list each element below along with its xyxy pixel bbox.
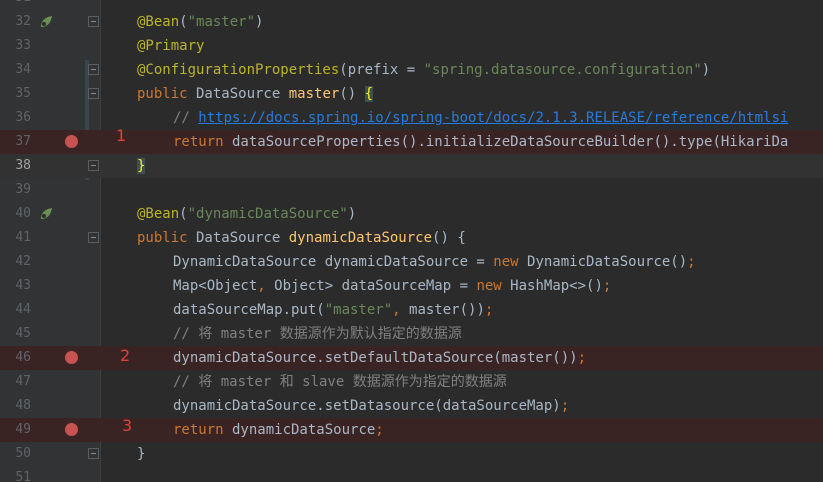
annotation-marker: 3 [122,416,133,435]
line-number: 51 [15,470,31,482]
fold-collapse-icon[interactable] [88,88,99,99]
code-text: public DataSource dynamicDataSource() { [137,230,466,246]
code-line: 51 [0,466,823,482]
line-number: 34 [15,62,31,77]
code-comment: // 将 master 和 slave 数据源作为指定的数据源 [173,374,507,390]
code-line: 39 [0,178,823,202]
code-line: 42 DynamicDataSource dynamicDataSource =… [0,250,823,274]
line-number: 42 [15,254,31,269]
code-comment: // https://docs.spring.io/spring-boot/do… [173,110,789,126]
code-line: 44 dataSourceMap.put("master", master())… [0,298,823,322]
line-number: 47 [15,374,31,389]
line-number: 39 [15,182,31,197]
doc-link[interactable]: https://docs.spring.io/spring-boot/docs/… [198,110,788,126]
annotation-marker: 2 [120,346,131,365]
code-line: 33 @Primary [0,34,823,58]
code-line: 34 @ConfigurationProperties(prefix = "sp… [0,58,823,82]
line-number: 37 [15,134,31,149]
fold-end-icon[interactable] [88,448,99,459]
line-number: 48 [15,398,31,413]
code-text: DynamicDataSource dynamicDataSource = ne… [173,254,696,270]
code-line: 32 @Bean("master") [0,10,823,34]
code-text: } [137,158,146,174]
line-number: 40 [15,206,31,221]
code-text: public DataSource master() { [137,86,374,102]
line-number: 50 [15,446,31,461]
code-text: dataSourceMap.put("master", master()); [173,302,494,318]
code-text: Map<Object, Object> dataSourceMap = new … [173,278,612,294]
line-number: 44 [15,302,31,317]
fold-end-icon[interactable] [88,160,99,171]
code-line-breakpoint: 37 1 return dataSourceProperties().initi… [0,126,823,154]
line-number: 49 [15,422,31,437]
line-number: 43 [15,278,31,293]
code-text: return dynamicDataSource; [173,422,384,438]
code-text: @Bean("dynamicDataSource") [137,206,357,222]
fold-collapse-icon[interactable] [88,16,99,27]
code-line: 35 public DataSource master() { [0,82,823,106]
code-line: 40 @Bean("dynamicDataSource") [0,202,823,226]
breakpoint-icon[interactable] [65,351,78,364]
code-line: 47 // 将 master 和 slave 数据源作为指定的数据源 [0,370,823,394]
spring-bean-icon[interactable] [38,206,54,222]
code-text: dynamicDataSource.setDefaultDataSource(m… [173,350,587,366]
code-line: 50 } [0,442,823,466]
code-line-current: 38 } [0,154,823,178]
code-line: 41 public DataSource dynamicDataSource()… [0,226,823,250]
fold-collapse-icon[interactable] [88,232,99,243]
line-number: 38 [15,158,31,173]
code-comment: // 将 master 数据源作为默认指定的数据源 [173,326,462,342]
spring-bean-icon[interactable] [38,14,54,30]
breakpoint-icon[interactable] [65,135,78,148]
code-text: @Bean("master") [137,14,264,30]
code-text: } [137,446,146,462]
line-number: 41 [15,230,31,245]
code-text: @ConfigurationProperties(prefix = "sprin… [137,62,711,78]
code-line-breakpoint: 46 2 dynamicDataSource.setDefaultDataSou… [0,346,823,370]
annotation-marker: 1 [116,126,127,145]
fold-collapse-icon[interactable] [88,64,99,75]
line-number: 33 [15,38,31,53]
code-text: return dataSourceProperties().initialize… [173,134,789,150]
line-number: 46 [15,350,31,365]
line-number: 32 [15,14,31,29]
code-line: 45 // 将 master 数据源作为默认指定的数据源 [0,322,823,346]
code-editor[interactable]: 31 32 @Bean("master") 33 @Primary 34 @Co… [0,0,823,482]
line-number: 36 [15,110,31,125]
code-line: 31 [0,0,823,10]
code-text: @Primary [137,38,205,54]
code-line-breakpoint: 49 3 return dynamicDataSource; [0,416,823,442]
code-line: 43 Map<Object, Object> dataSourceMap = n… [0,274,823,298]
breakpoint-icon[interactable] [65,423,78,436]
line-number: 45 [15,326,31,341]
line-number: 35 [15,86,31,101]
line-number: 31 [0,0,31,10]
code-text: dynamicDataSource.setDatasource(dataSour… [173,398,570,414]
